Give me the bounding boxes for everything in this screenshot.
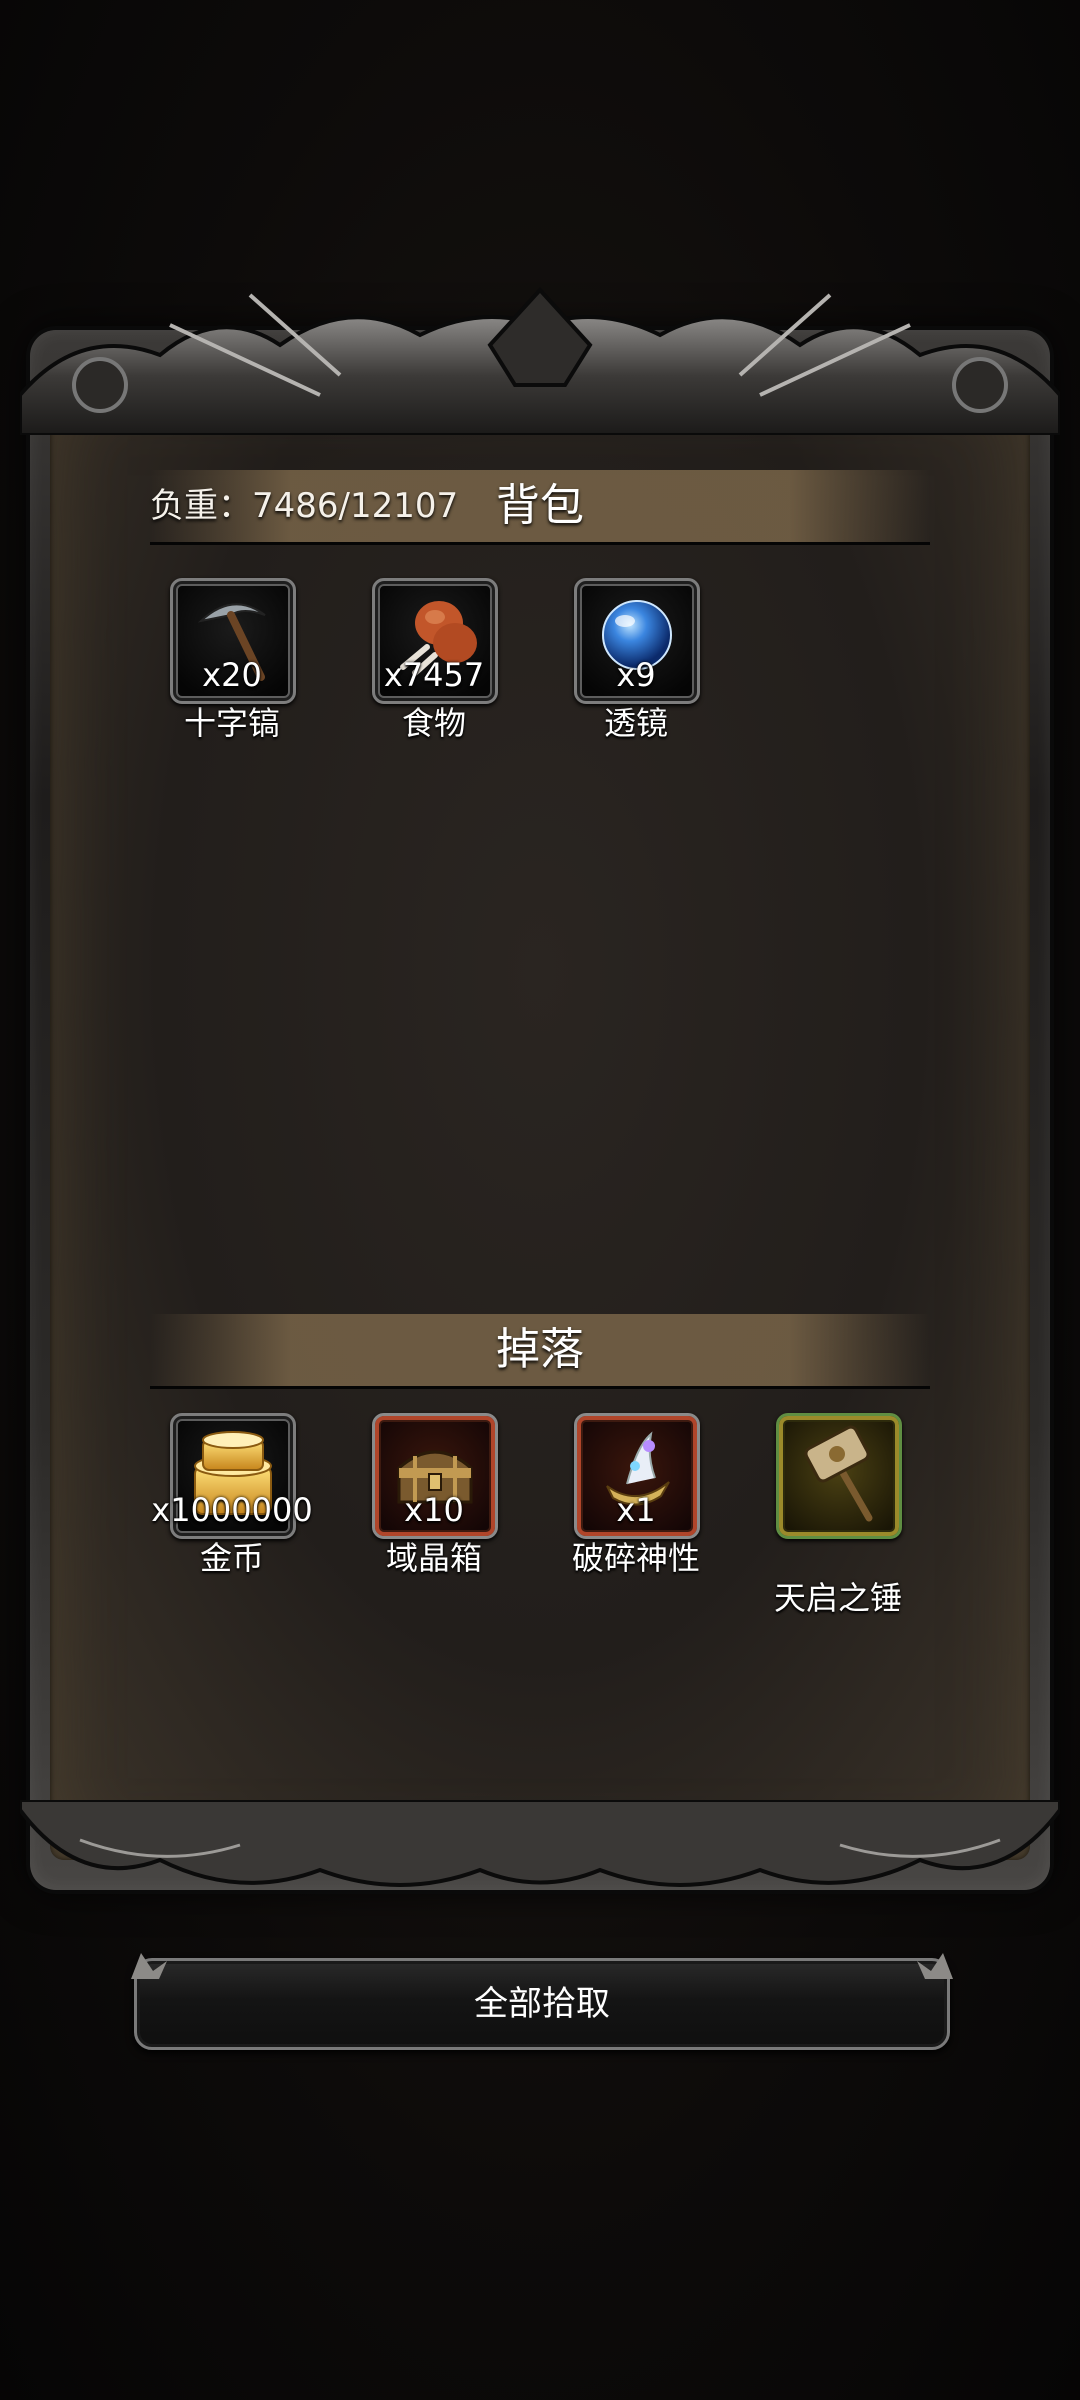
item-name: 域晶箱 bbox=[385, 1539, 482, 1577]
item-count: x9 bbox=[616, 656, 656, 694]
drops-grid: x1000000 金币 x10 域晶箱 x1 破碎神性 天启之锤 bbox=[151, 1413, 990, 1619]
item-name: 透镜 bbox=[603, 704, 668, 742]
drops-header: 掉落 bbox=[150, 1314, 930, 1389]
backpack-item-lens[interactable]: x9 透镜 bbox=[574, 578, 700, 744]
item-name: 食物 bbox=[401, 704, 466, 742]
item-count: x1000000 bbox=[151, 1491, 313, 1529]
item-name: 破碎神性 bbox=[571, 1539, 700, 1577]
item-name: 十字镐 bbox=[183, 704, 280, 742]
drop-item-crystal-chest[interactable]: x10 域晶箱 bbox=[372, 1413, 498, 1619]
pickup-all-button[interactable]: 全部拾取 bbox=[131, 1953, 953, 2050]
item-count: x20 bbox=[202, 656, 262, 694]
backpack-grid: x20 十字镐 x7457 食物 x9 透镜 bbox=[170, 578, 990, 744]
loot-screen: 负重：7486/12107 背包 x20 十字镐 x7457 食物 x9 透镜 … bbox=[0, 0, 1080, 2400]
button-corner-ornament bbox=[917, 1953, 953, 1979]
pickup-all-label: 全部拾取 bbox=[474, 1984, 610, 2024]
drop-item-gold-coins[interactable]: x1000000 金币 bbox=[151, 1413, 313, 1619]
backpack-item-food[interactable]: x7457 食物 bbox=[372, 578, 498, 744]
item-count: x10 bbox=[404, 1491, 464, 1529]
hammer-icon bbox=[804, 1425, 873, 1522]
item-name: 金币 bbox=[199, 1539, 264, 1577]
button-corner-ornament bbox=[131, 1953, 167, 1979]
item-slot bbox=[776, 1413, 902, 1539]
item-count: x1 bbox=[616, 1491, 656, 1529]
backpack-item-pickaxe[interactable]: x20 十字镐 bbox=[170, 578, 296, 744]
drop-item-shattered-divinity[interactable]: x1 破碎神性 bbox=[572, 1413, 700, 1619]
backpack-title: 背包 bbox=[496, 480, 584, 531]
frame-crest-ornament bbox=[20, 287, 1060, 435]
item-count: x7457 bbox=[383, 656, 485, 694]
frame-bottom-ornament bbox=[20, 1800, 1060, 1887]
item-name: 天启之锤 bbox=[773, 1579, 902, 1617]
drop-item-apocalypse-hammer[interactable]: 天启之锤 bbox=[774, 1413, 902, 1619]
drops-title: 掉落 bbox=[496, 1324, 584, 1375]
backpack-header: 负重：7486/12107 背包 bbox=[150, 470, 930, 545]
